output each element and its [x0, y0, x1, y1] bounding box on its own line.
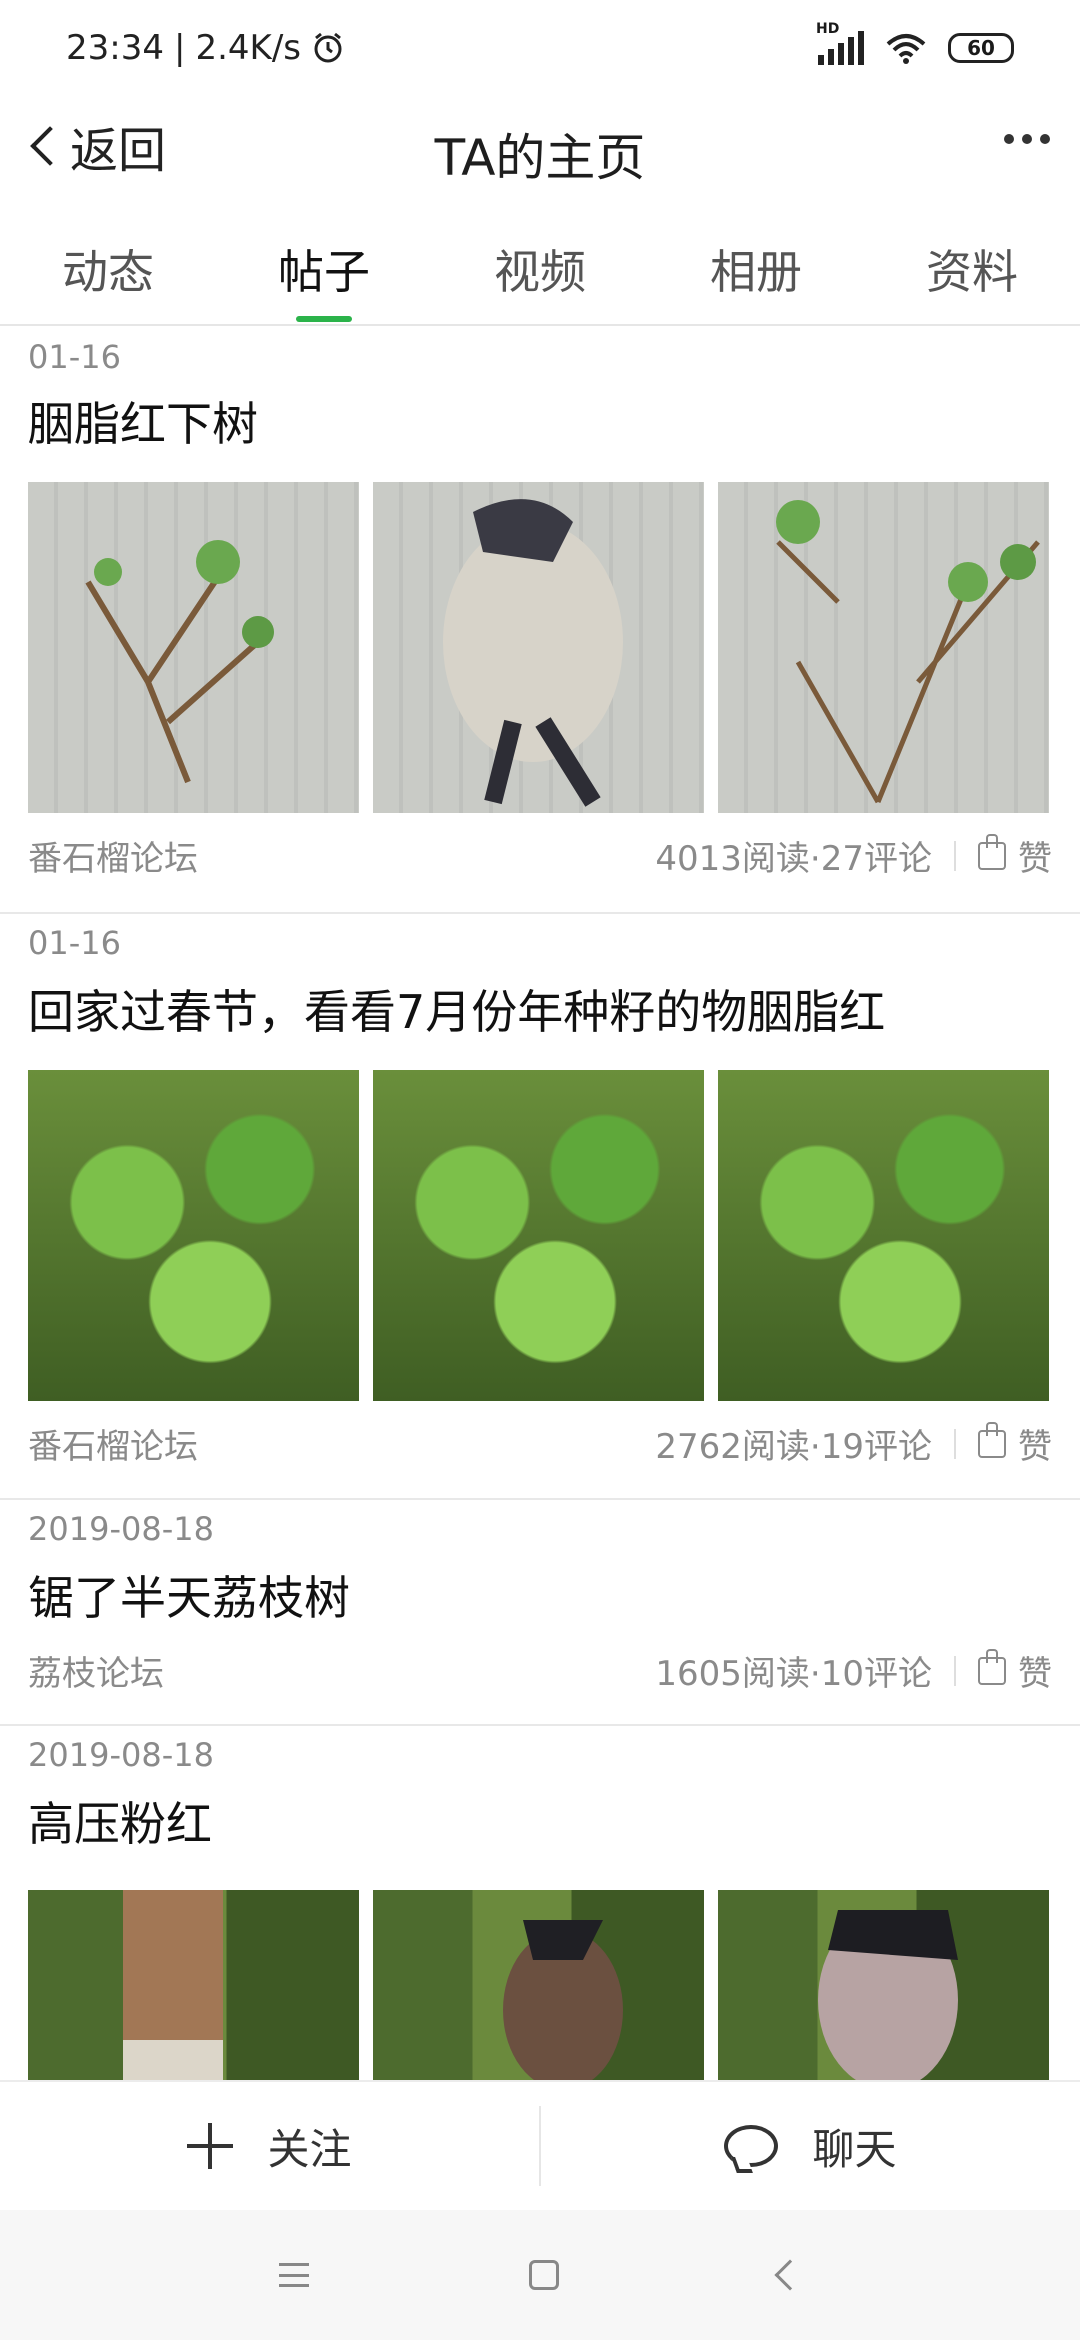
like-button[interactable]: 赞 — [978, 1419, 1052, 1468]
status-left: 23:34 | 2.4K/s — [66, 28, 345, 68]
post-forum-link[interactable]: 荔枝论坛 — [28, 1646, 164, 1695]
post-forum-link[interactable]: 番石榴论坛 — [28, 831, 198, 880]
more-options-icon[interactable] — [1004, 134, 1050, 144]
meta-divider — [954, 1655, 956, 1686]
status-time: 23:34 — [66, 28, 164, 68]
post-image-row — [28, 1070, 1049, 1401]
post-title: 回家过春节，看看7月份年种籽的物胭脂红 — [28, 985, 886, 1039]
post-title: 高压粉红 — [28, 1797, 212, 1851]
status-right: HD 60 — [816, 21, 1014, 65]
network-type-label: HD — [816, 21, 840, 37]
tab-profile[interactable]: 资料 — [864, 226, 1080, 324]
follow-button[interactable]: 关注 — [0, 2116, 539, 2177]
wifi-icon — [886, 34, 926, 64]
like-button[interactable]: 赞 — [978, 1646, 1052, 1695]
post-item[interactable]: 2019-08-18 锯了半天荔枝树 荔枝论坛 1605阅读·10评论 赞 — [0, 1500, 1080, 1726]
post-image[interactable] — [373, 482, 704, 813]
like-label: 赞 — [1018, 839, 1052, 879]
post-image[interactable] — [28, 1890, 359, 2080]
tab-albums[interactable]: 相册 — [648, 226, 864, 324]
tab-videos[interactable]: 视频 — [432, 226, 648, 324]
post-image-row — [28, 482, 1049, 813]
post-date: 01-16 — [28, 924, 121, 962]
post-meta: 荔枝论坛 1605阅读·10评论 赞 — [28, 1646, 1052, 1695]
post-date: 2019-08-18 — [28, 1510, 214, 1548]
thumbs-up-icon — [978, 833, 1006, 870]
post-stats: 4013阅读·27评论 — [655, 839, 932, 879]
tab-dynamics[interactable]: 动态 — [0, 226, 216, 324]
app-header: 返回 TA的主页 — [0, 96, 1080, 196]
post-item[interactable]: 01-16 回家过春节，看看7月份年种籽的物胭脂红 番石榴论坛 2762阅读·1… — [0, 914, 1080, 1500]
like-label: 赞 — [1018, 1654, 1052, 1694]
back-icon[interactable] — [774, 2259, 806, 2291]
system-nav-bar — [0, 2210, 1080, 2340]
post-image-row — [28, 1890, 1049, 2080]
post-item[interactable]: 01-16 胭脂红下树 番石榴论坛 4013阅读·27评论 赞 — [0, 326, 1080, 914]
profile-tabs: 动态 帖子 视频 相册 资料 — [0, 226, 1080, 326]
battery-indicator: 60 — [948, 33, 1014, 63]
post-image[interactable] — [28, 482, 359, 813]
alarm-icon — [314, 32, 342, 63]
post-image[interactable] — [718, 482, 1049, 813]
recent-apps-icon[interactable] — [279, 2263, 309, 2287]
post-image[interactable] — [28, 1070, 359, 1401]
post-date: 2019-08-18 — [28, 1736, 214, 1774]
post-feed: 01-16 胭脂红下树 番石榴论坛 4013阅读·27评论 赞 01-16 回家… — [0, 326, 1080, 2080]
post-image[interactable] — [373, 1890, 704, 2080]
post-item[interactable]: 2019-08-18 高压粉红 — [0, 1726, 1080, 2080]
tab-posts[interactable]: 帖子 — [216, 226, 432, 324]
post-image[interactable] — [718, 1070, 1049, 1401]
post-forum-link[interactable]: 番石榴论坛 — [28, 1419, 198, 1468]
post-stats: 1605阅读·10评论 — [655, 1654, 932, 1694]
plus-icon — [187, 2123, 234, 2169]
post-date: 01-16 — [28, 338, 121, 376]
page-title: TA的主页 — [434, 129, 646, 187]
follow-label: 关注 — [267, 2124, 352, 2174]
status-net-speed: 2.4K/s — [195, 28, 301, 68]
signal-icon: HD — [816, 21, 864, 65]
post-meta: 番石榴论坛 2762阅读·19评论 赞 — [28, 1419, 1052, 1468]
thumbs-up-icon — [978, 1648, 1006, 1685]
post-image[interactable] — [718, 1890, 1049, 2080]
like-button[interactable]: 赞 — [978, 831, 1052, 880]
chat-label: 聊天 — [812, 2124, 897, 2174]
post-stats: 2762阅读·19评论 — [655, 1427, 932, 1467]
meta-divider — [954, 1428, 956, 1459]
meta-divider — [954, 840, 956, 871]
like-label: 赞 — [1018, 1427, 1052, 1467]
status-bar: 23:34 | 2.4K/s HD 60 — [0, 0, 1080, 96]
status-divider: | — [173, 28, 186, 68]
post-title: 锯了半天荔枝树 — [28, 1571, 350, 1625]
bottom-action-bar: 关注 聊天 — [0, 2080, 1080, 2210]
post-title: 胭脂红下树 — [28, 397, 258, 451]
thumbs-up-icon — [978, 1421, 1006, 1458]
post-meta: 番石榴论坛 4013阅读·27评论 赞 — [28, 831, 1052, 880]
chat-bubble-icon — [724, 2125, 779, 2167]
home-icon[interactable] — [529, 2260, 559, 2290]
post-image[interactable] — [373, 1070, 704, 1401]
chat-button[interactable]: 聊天 — [541, 2116, 1080, 2177]
